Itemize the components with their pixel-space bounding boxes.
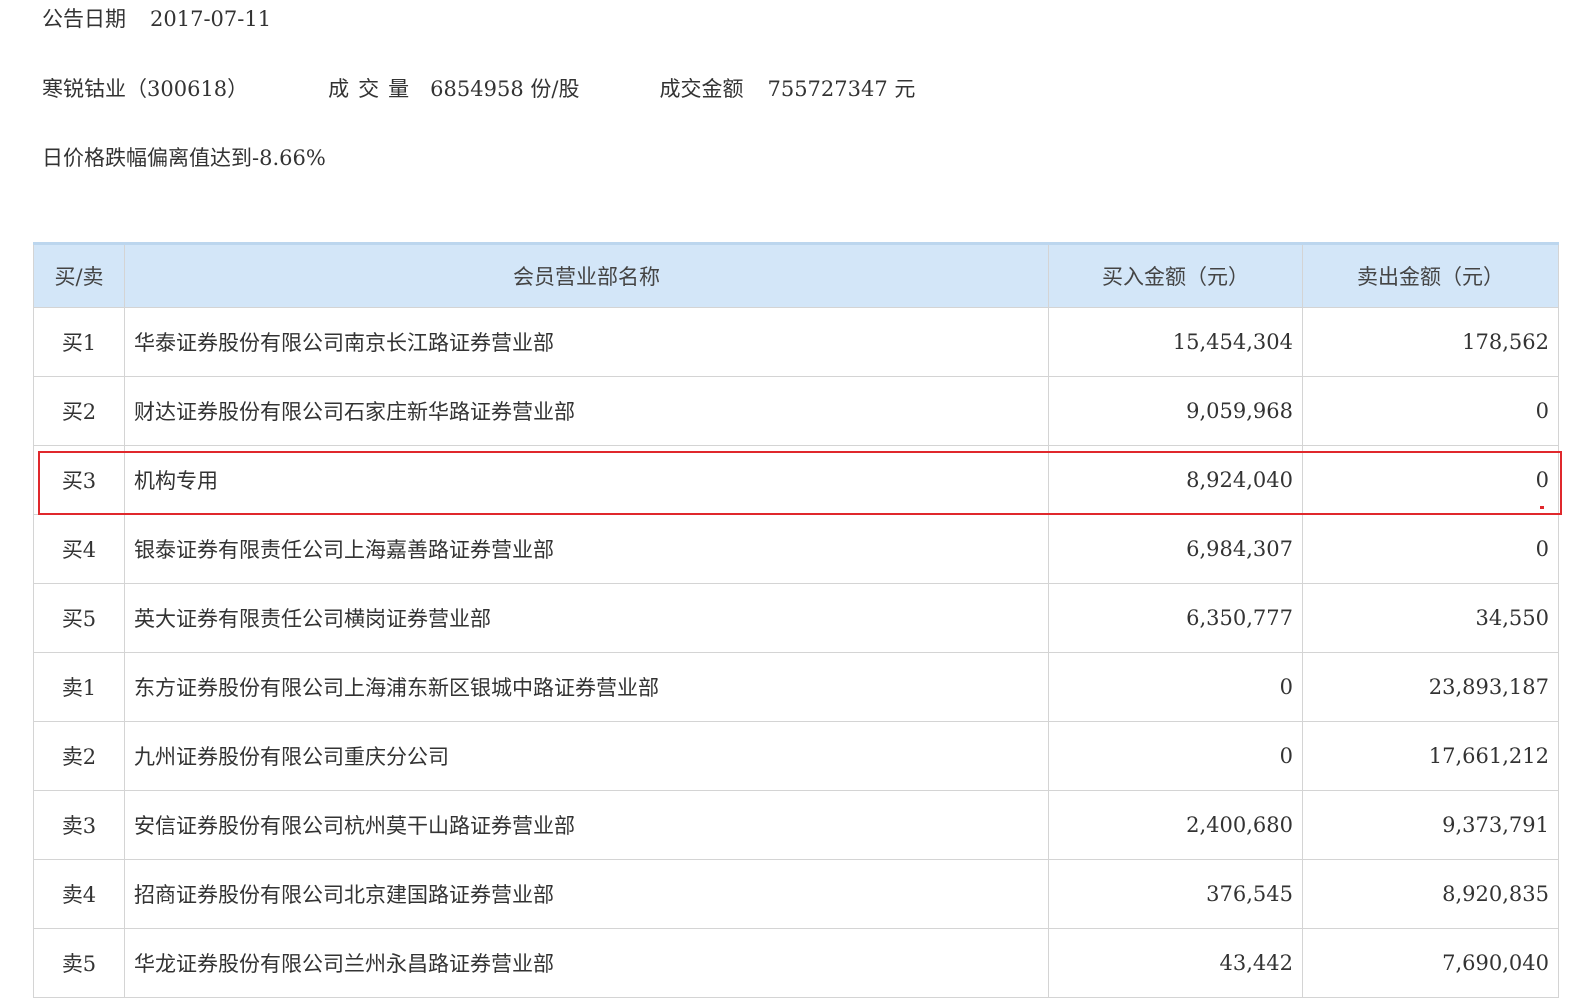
volume-value: 6854958 [430,77,524,101]
announcement-date-label: 公告日期 [42,7,126,31]
row-branch-name: 华龙证券股份有限公司兰州永昌路证券营业部 [124,928,1049,998]
row-buy-amount: 6,984,307 [1048,514,1303,584]
table-body: 买1 华泰证券股份有限公司南京长江路证券营业部 15,454,304 178,5… [33,307,1559,998]
row-branch-name: 财达证券股份有限公司石家庄新华路证券营业部 [124,376,1049,446]
row-sell-amount: 23,893,187 [1302,652,1559,722]
table-row-highlighted: 买3 机构专用 8,924,040 0 [33,445,1559,515]
volume-label: 成交量 [328,77,419,101]
row-sell-amount: 34,550 [1302,583,1559,653]
table-row: 卖5 华龙证券股份有限公司兰州永昌路证券营业部 43,442 7,690,040 [33,928,1559,998]
row-buy-sell: 买2 [33,376,125,446]
row-branch-name: 安信证券股份有限公司杭州莫干山路证券营业部 [124,790,1049,860]
announcement-date-value: 2017-07-11 [150,7,272,31]
announcement-date-line: 公告日期 2017-07-11 [42,5,271,33]
header-buy-sell: 买/卖 [33,243,125,308]
row-buy-amount: 0 [1048,652,1303,722]
row-sell-amount: 7,690,040 [1302,928,1559,998]
row-buy-sell: 买4 [33,514,125,584]
row-buy-amount: 8,924,040 [1048,445,1303,515]
table-row: 卖3 安信证券股份有限公司杭州莫干山路证券营业部 2,400,680 9,373… [33,790,1559,860]
row-buy-sell: 卖5 [33,928,125,998]
row-buy-amount: 2,400,680 [1048,790,1303,860]
row-buy-sell: 卖2 [33,721,125,791]
stock-name-code: 寒锐钴业（300618） [42,77,249,101]
amount-label: 成交金额 [659,77,744,101]
row-branch-name: 招商证券股份有限公司北京建国路证券营业部 [124,859,1049,929]
row-buy-sell: 卖1 [33,652,125,722]
row-branch-name: 东方证券股份有限公司上海浦东新区银城中路证券营业部 [124,652,1049,722]
table-header: 买/卖 会员营业部名称 买入金额（元） 卖出金额（元） [33,243,1559,308]
table-row: 卖4 招商证券股份有限公司北京建国路证券营业部 376,545 8,920,83… [33,859,1559,929]
row-branch-name: 银泰证券有限责任公司上海嘉善路证券营业部 [124,514,1049,584]
row-sell-amount: 178,562 [1302,307,1559,377]
table-header-row: 买/卖 会员营业部名称 买入金额（元） 卖出金额（元） [33,243,1559,308]
table-row: 买2 财达证券股份有限公司石家庄新华路证券营业部 9,059,968 0 [33,376,1559,446]
row-buy-amount: 9,059,968 [1048,376,1303,446]
trading-seats-table: 买/卖 会员营业部名称 买入金额（元） 卖出金额（元） 买1 华泰证券股份有限公… [33,242,1559,998]
table-row: 买1 华泰证券股份有限公司南京长江路证券营业部 15,454,304 178,5… [33,307,1559,377]
row-sell-amount: 0 [1302,376,1559,446]
row-buy-sell: 卖3 [33,790,125,860]
header-branch-name: 会员营业部名称 [124,243,1049,308]
row-buy-amount: 0 [1048,721,1303,791]
row-buy-amount: 376,545 [1048,859,1303,929]
row-branch-name: 英大证券有限责任公司横岗证券营业部 [124,583,1049,653]
row-buy-sell: 买5 [33,583,125,653]
table-row: 卖1 东方证券股份有限公司上海浦东新区银城中路证券营业部 0 23,893,18… [33,652,1559,722]
highlight-mark [1540,506,1544,509]
row-buy-sell: 卖4 [33,859,125,929]
table-row: 买4 银泰证券有限责任公司上海嘉善路证券营业部 6,984,307 0 [33,514,1559,584]
row-sell-amount: 0 [1302,445,1559,515]
row-buy-amount: 15,454,304 [1048,307,1303,377]
header-buy-amount: 买入金额（元） [1048,243,1303,308]
row-buy-sell: 买1 [33,307,125,377]
amount-unit: 元 [894,77,916,101]
row-buy-amount: 6,350,777 [1048,583,1303,653]
row-sell-amount: 8,920,835 [1302,859,1559,929]
table-row: 买5 英大证券有限责任公司横岗证券营业部 6,350,777 34,550 [33,583,1559,653]
row-branch-name: 九州证券股份有限公司重庆分公司 [124,721,1049,791]
row-buy-sell: 买3 [33,445,125,515]
row-branch-name: 华泰证券股份有限公司南京长江路证券营业部 [124,307,1049,377]
row-sell-amount: 17,661,212 [1302,721,1559,791]
row-sell-amount: 9,373,791 [1302,790,1559,860]
row-branch-name: 机构专用 [124,445,1049,515]
volume-unit: 份/股 [530,77,580,101]
amount-value: 755727347 [767,77,888,101]
price-deviation-description: 日价格跌幅偏离值达到-8.66% [42,146,326,170]
row-buy-amount: 43,442 [1048,928,1303,998]
row-sell-amount: 0 [1302,514,1559,584]
header-sell-amount: 卖出金额（元） [1302,243,1559,308]
stock-summary-line: 寒锐钴业（300618） 成交量 6854958 份/股 成交金额 755727347 … [42,75,915,103]
table-row: 卖2 九州证券股份有限公司重庆分公司 0 17,661,212 [33,721,1559,791]
